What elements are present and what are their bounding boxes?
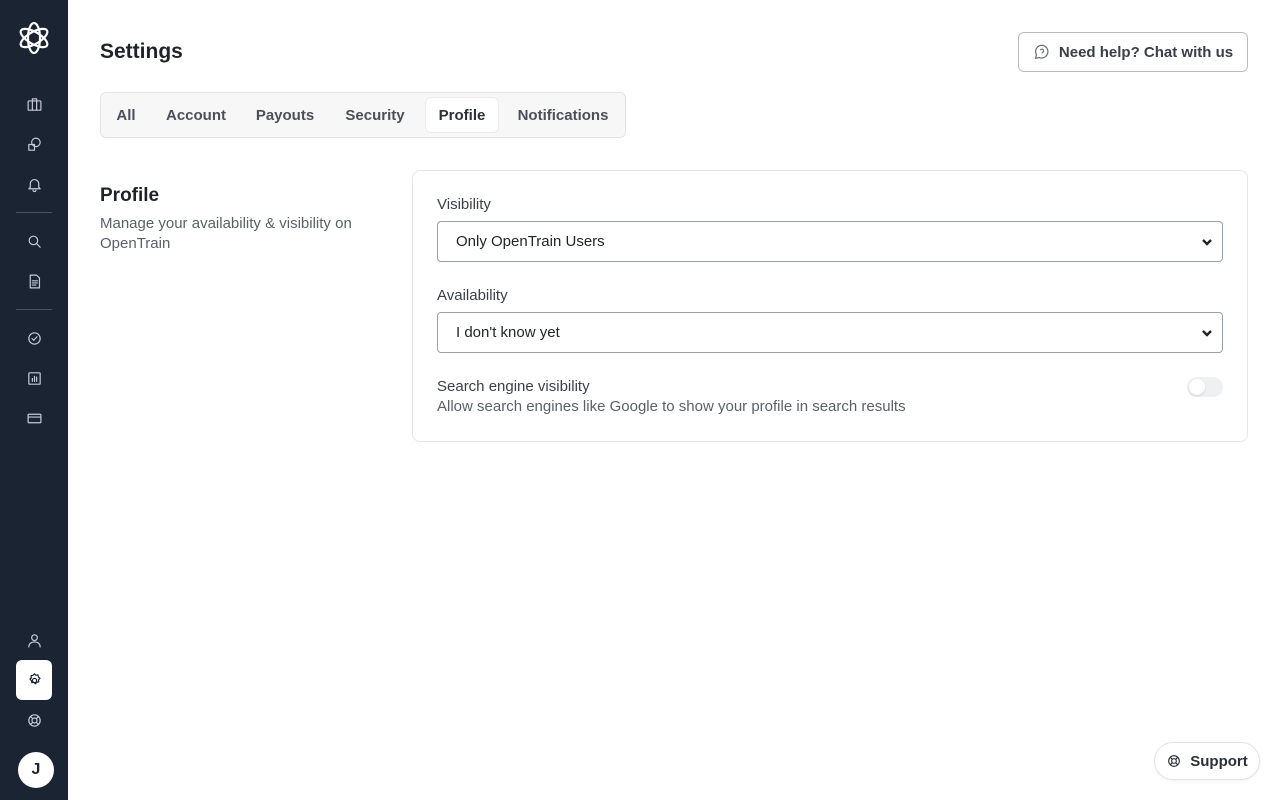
- gear-icon: [28, 672, 41, 684]
- lifebuoy-icon: [27, 713, 41, 727]
- sidebar-item-search[interactable]: [16, 223, 52, 259]
- sidebar-divider: [16, 212, 52, 213]
- availability-select[interactable]: I don't know yet: [437, 312, 1223, 353]
- chat-help-button[interactable]: Need help? Chat with us: [1018, 32, 1248, 72]
- question-chat-icon: [1034, 44, 1049, 60]
- chevron-down-icon: [1200, 326, 1214, 340]
- avatar[interactable]: J: [18, 752, 54, 788]
- sidebar-item-notifications[interactable]: [16, 166, 52, 202]
- sidebar-item-tasks[interactable]: [16, 320, 52, 356]
- section-title: Profile: [100, 185, 160, 206]
- support-label: Support: [1190, 752, 1248, 770]
- app-logo[interactable]: [16, 20, 52, 56]
- availability-value: I don't know yet: [456, 324, 560, 341]
- profile-settings-card: Visibility Only OpenTrain Users Availabi…: [412, 170, 1248, 442]
- document-icon: [29, 274, 40, 288]
- sidebar-item-analytics[interactable]: [16, 360, 52, 396]
- sidebar-item-profile[interactable]: [16, 622, 52, 658]
- tab-payouts[interactable]: Payouts: [245, 98, 325, 132]
- sidebar-divider: [16, 309, 52, 310]
- check-circle-icon: [27, 331, 41, 345]
- search-icon: [28, 235, 41, 248]
- toggle-knob: [1189, 379, 1205, 395]
- settings-tabs: All Account Payouts Security Profile Not…: [100, 92, 626, 138]
- tab-account[interactable]: Account: [153, 98, 239, 132]
- shapes-icon: [27, 137, 41, 151]
- availability-label: Availability: [437, 287, 508, 304]
- chart-icon: [27, 371, 41, 385]
- tab-notifications[interactable]: Notifications: [505, 98, 621, 132]
- search-visibility-description: Allow search engines like Google to show…: [437, 398, 906, 415]
- credit-card-icon: [27, 413, 41, 423]
- visibility-value: Only OpenTrain Users: [456, 233, 605, 250]
- search-visibility-title: Search engine visibility: [437, 378, 590, 395]
- lifebuoy-icon: [1168, 755, 1181, 767]
- sidebar-item-documents[interactable]: [16, 263, 52, 299]
- search-visibility-toggle[interactable]: [1187, 377, 1223, 397]
- tab-all[interactable]: All: [107, 98, 145, 132]
- user-icon: [27, 633, 41, 647]
- chevron-down-icon: [1200, 235, 1214, 249]
- chat-help-label: Need help? Chat with us: [1058, 43, 1234, 61]
- tab-security[interactable]: Security: [333, 98, 417, 132]
- tab-profile[interactable]: Profile: [426, 98, 498, 132]
- bell-icon: [27, 178, 41, 192]
- sidebar-item-shapes[interactable]: [16, 126, 52, 162]
- briefcase-icon: [27, 97, 41, 111]
- sidebar-item-billing[interactable]: [16, 400, 52, 436]
- section-description: Manage your availability & visibility on…: [100, 215, 352, 252]
- visibility-select[interactable]: Only OpenTrain Users: [437, 221, 1223, 262]
- page-title: Settings: [100, 40, 183, 63]
- sidebar-item-help[interactable]: [16, 702, 52, 738]
- sidebar-item-jobs[interactable]: [16, 86, 52, 122]
- sidebar-item-settings[interactable]: [16, 660, 52, 700]
- sidebar: J: [0, 0, 68, 800]
- support-button[interactable]: Support: [1154, 742, 1260, 780]
- visibility-label: Visibility: [437, 196, 491, 213]
